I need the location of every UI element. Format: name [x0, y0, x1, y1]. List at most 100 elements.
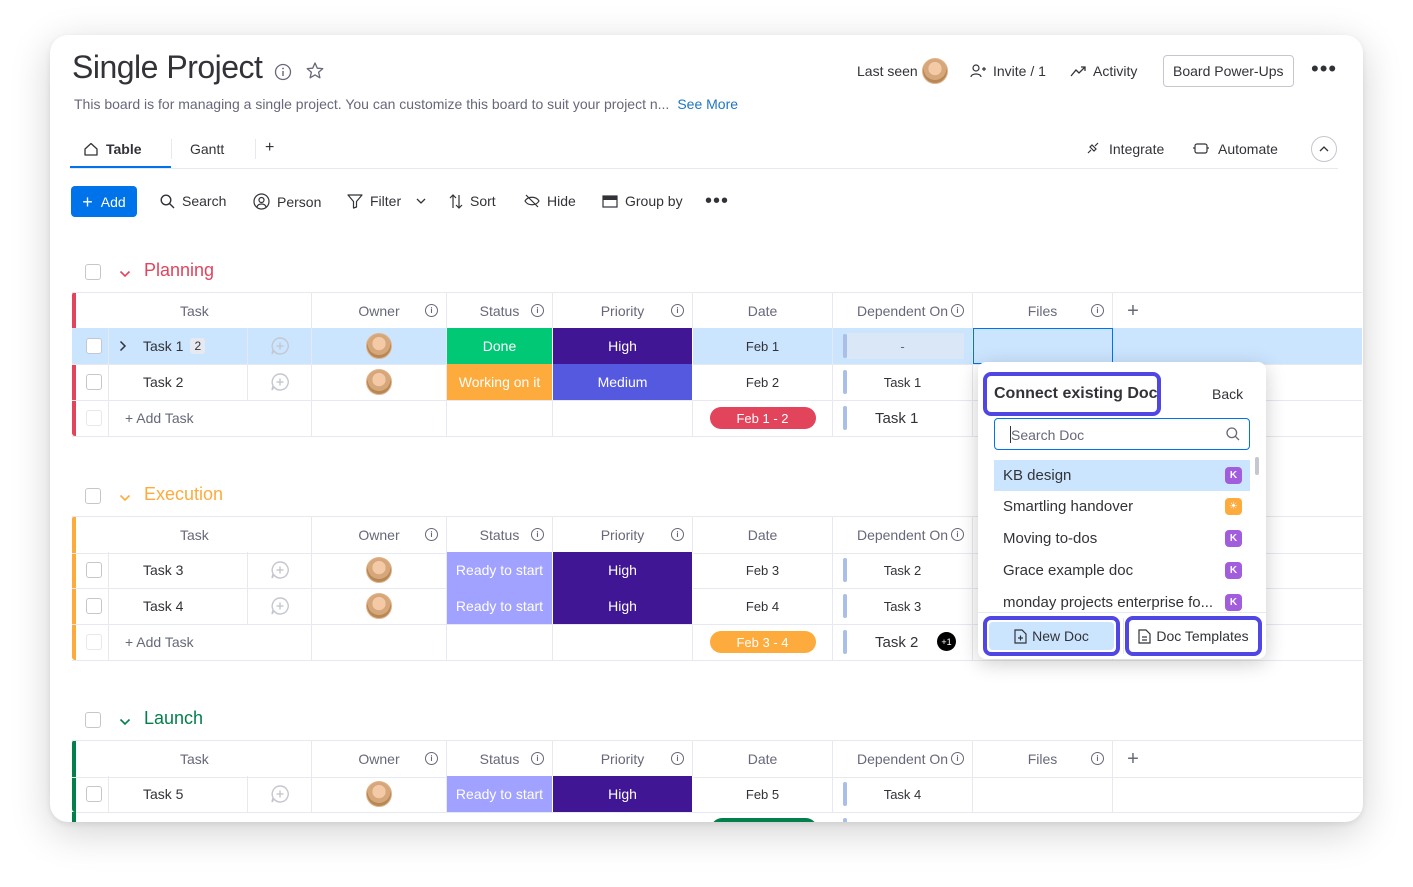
row-checkbox[interactable]: [86, 786, 102, 802]
chevron-down-icon[interactable]: [119, 265, 131, 283]
table-row[interactable]: Task 1 2 Done High Feb 1 -: [72, 328, 1362, 365]
integrate-button[interactable]: Integrate: [1109, 141, 1164, 157]
row-checkbox[interactable]: [86, 374, 102, 390]
avatar[interactable]: [366, 369, 392, 395]
automate-button[interactable]: Automate: [1218, 141, 1278, 157]
dependent-on-cell[interactable]: -: [833, 328, 973, 364]
info-icon[interactable]: [274, 63, 292, 81]
update-cell[interactable]: [248, 552, 312, 588]
row-checkbox[interactable]: [86, 338, 102, 354]
date-cell[interactable]: Feb 1: [693, 328, 833, 364]
group-checkbox[interactable]: [85, 264, 101, 280]
star-icon[interactable]: [305, 61, 325, 81]
dependent-on-cell[interactable]: Task 1: [833, 364, 973, 400]
add-update-icon[interactable]: [270, 372, 290, 392]
row-checkbox[interactable]: [86, 634, 102, 650]
update-cell[interactable]: [248, 364, 312, 400]
column-info-icon[interactable]: i: [951, 752, 964, 765]
priority-cell[interactable]: High: [553, 776, 693, 812]
group-title[interactable]: Launch: [144, 708, 203, 729]
row-checkbox[interactable]: [86, 598, 102, 614]
see-more-link[interactable]: See More: [677, 96, 738, 112]
owner-cell[interactable]: [312, 364, 447, 400]
column-info-icon[interactable]: i: [951, 304, 964, 317]
add-column-button[interactable]: +: [1113, 741, 1153, 777]
owner-cell[interactable]: [312, 588, 447, 624]
add-update-icon[interactable]: [270, 784, 290, 804]
avatar[interactable]: [366, 557, 392, 583]
task-name[interactable]: Task 3: [143, 562, 183, 578]
status-cell[interactable]: Done: [447, 328, 553, 364]
tab-gantt[interactable]: Gantt: [190, 141, 224, 157]
priority-cell[interactable]: High: [553, 328, 693, 364]
more-toolbar-icon[interactable]: •••: [705, 191, 729, 211]
task-cell[interactable]: Task 4: [109, 588, 248, 624]
last-seen-label[interactable]: Last seen: [857, 63, 918, 79]
dependent-on-cell[interactable]: Task 3: [833, 588, 973, 624]
priority-cell[interactable]: High: [553, 552, 693, 588]
add-view-button[interactable]: +: [265, 139, 274, 157]
task-name[interactable]: Task 4: [143, 598, 183, 614]
doc-list-item[interactable]: KB design K: [994, 460, 1250, 491]
files-cell[interactable]: [973, 328, 1113, 364]
task-name[interactable]: Task 2: [143, 374, 183, 390]
column-info-icon[interactable]: i: [425, 528, 438, 541]
column-info-icon[interactable]: i: [671, 752, 684, 765]
add-update-icon[interactable]: [270, 560, 290, 580]
add-update-icon[interactable]: [270, 596, 290, 616]
back-button[interactable]: Back: [1212, 386, 1243, 402]
avatar[interactable]: [922, 58, 948, 84]
status-cell[interactable]: Ready to start: [447, 776, 553, 812]
search-doc-input[interactable]: Search Doc: [994, 418, 1250, 450]
avatar[interactable]: [366, 333, 392, 359]
priority-cell[interactable]: High: [553, 588, 693, 624]
activity-icon[interactable]: [1070, 64, 1086, 78]
add-item-button[interactable]: + Add: [71, 186, 137, 217]
add-task-cell[interactable]: + Add Task: [109, 400, 312, 436]
status-cell[interactable]: Ready to start: [447, 552, 553, 588]
person-filter-button[interactable]: Person: [253, 193, 321, 210]
column-info-icon[interactable]: i: [1091, 752, 1104, 765]
search-button[interactable]: Search: [160, 193, 226, 209]
task-cell[interactable]: Task 3: [109, 552, 248, 588]
column-info-icon[interactable]: i: [531, 528, 544, 541]
table-row[interactable]: [72, 812, 1362, 822]
date-cell[interactable]: Feb 5: [693, 776, 833, 812]
task-cell[interactable]: Task 5: [109, 776, 248, 812]
column-info-icon[interactable]: i: [1091, 304, 1104, 317]
new-doc-button[interactable]: New Doc: [989, 622, 1114, 650]
owner-cell[interactable]: [312, 776, 447, 812]
group-by-button[interactable]: Group by: [602, 193, 683, 209]
add-task-button[interactable]: + Add Task: [125, 634, 194, 650]
owner-cell[interactable]: [312, 328, 447, 364]
owner-cell[interactable]: [312, 552, 447, 588]
doc-list-item[interactable]: Grace example doc K: [994, 555, 1250, 586]
activity-button[interactable]: Activity: [1093, 63, 1137, 79]
subitems-count-badge[interactable]: 2: [190, 338, 206, 354]
doc-list-item[interactable]: Moving to-dos K: [994, 523, 1250, 554]
group-checkbox[interactable]: [85, 488, 101, 504]
column-info-icon[interactable]: i: [671, 528, 684, 541]
files-cell[interactable]: [973, 776, 1113, 812]
doc-list-item[interactable]: Smartling handover ☀: [994, 491, 1250, 522]
doc-list-item[interactable]: monday projects enterprise fo... K: [994, 587, 1250, 618]
person-add-icon[interactable]: [970, 63, 986, 79]
task-cell[interactable]: Task 1 2: [109, 328, 248, 364]
date-cell[interactable]: Feb 2: [693, 364, 833, 400]
add-column-button[interactable]: +: [1113, 293, 1153, 329]
column-info-icon[interactable]: i: [951, 528, 964, 541]
column-info-icon[interactable]: i: [531, 304, 544, 317]
invite-button[interactable]: Invite / 1: [993, 63, 1046, 79]
chevron-down-icon[interactable]: [119, 489, 131, 507]
extra-count-badge[interactable]: +1: [937, 632, 956, 651]
row-checkbox[interactable]: [86, 562, 102, 578]
priority-cell[interactable]: Medium: [553, 364, 693, 400]
group-checkbox[interactable]: [85, 712, 101, 728]
column-info-icon[interactable]: i: [425, 752, 438, 765]
task-name[interactable]: Task 5: [143, 786, 183, 802]
expand-chevron-icon[interactable]: [119, 339, 127, 355]
update-cell[interactable]: [248, 776, 312, 812]
dependent-on-cell[interactable]: Task 4: [833, 776, 973, 812]
status-cell[interactable]: Working on it: [447, 364, 553, 400]
group-title[interactable]: Planning: [144, 260, 214, 281]
